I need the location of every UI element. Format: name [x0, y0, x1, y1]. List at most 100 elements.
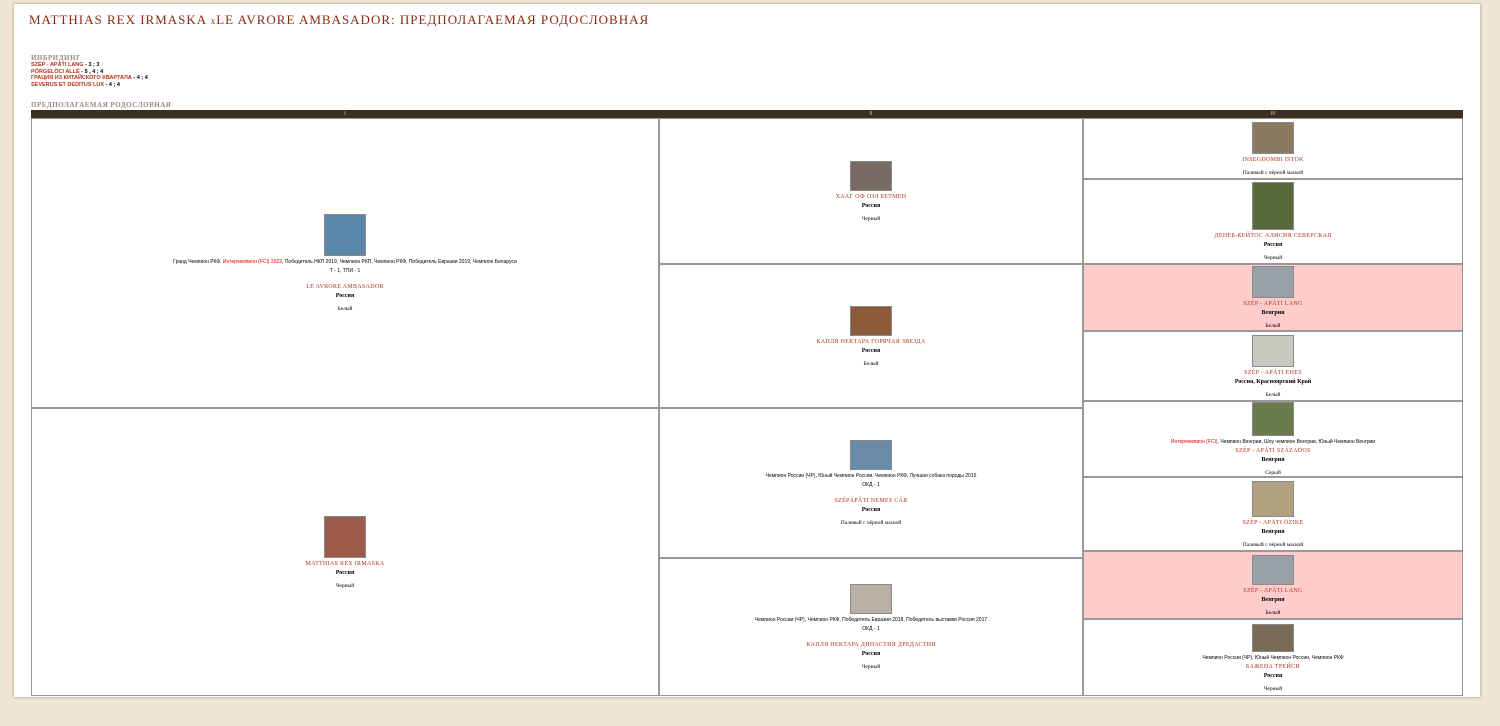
- dog-name-link[interactable]: SZÉPÁPÁTI NEMES CÁR: [834, 498, 907, 504]
- dog-color: Черный: [1263, 685, 1283, 692]
- dog-photo[interactable]: [850, 305, 892, 336]
- dog-score: ОКД - 1: [862, 626, 880, 632]
- dog-country: Венгрия: [1261, 457, 1285, 463]
- dog-name-link[interactable]: INSEGDOMBI ISTOK: [1242, 157, 1304, 163]
- inbreeding-count: - 3 ; 3: [83, 62, 100, 68]
- dog-photo[interactable]: [1252, 554, 1294, 585]
- title-sire[interactable]: MATTHIAS REX IRMASKA: [29, 12, 206, 27]
- pedigree-cell: SZÉP - APÁTI LANG Венгрия Белый: [1083, 551, 1463, 619]
- dog-photo[interactable]: [1252, 182, 1294, 230]
- pedigree-cell: MATTHIAS REX IRMASKA Россия Черный: [31, 408, 659, 696]
- dog-name-link[interactable]: SZÉP - APÁTI SZÁZADOS: [1235, 448, 1310, 454]
- dog-color: Черный: [1263, 255, 1283, 261]
- dog-country: Россия: [1263, 672, 1283, 679]
- inbreeding-row: SEVERUS ET DEDITUS LUX - 4 ; 4: [31, 82, 148, 89]
- inbreeding-count: - 4 ; 4: [131, 75, 148, 81]
- dog-name-link[interactable]: SZÉP - APÁTI LANG: [1243, 588, 1302, 594]
- inbreeding-dog-link[interactable]: PÖRGELÖCI ALLÉ: [31, 69, 80, 75]
- dog-titles: Интерчемпион (FCI), Чемпион Венгрии, Шоу…: [1171, 439, 1375, 445]
- dog-photo[interactable]: [850, 160, 892, 191]
- dog-color: Черный: [861, 215, 881, 222]
- dog-titles: Чемпион России (ЧР), Чемпион РКФ, Победи…: [754, 617, 988, 623]
- dog-name-link[interactable]: КАПЛЯ НЕКТАРА ДИНАСТИЯ ДРЕДАСТИЯ: [806, 642, 935, 648]
- pedigree-heading: ПРЕДПОЛАГАЕМАЯ РОДОСЛОВНАЯ: [31, 101, 172, 109]
- titles-text: , Победитель НКП 2019, Чемпион РКП, Чемп…: [282, 259, 517, 265]
- dog-color: Белый: [1265, 609, 1281, 616]
- dog-color: Палевый с чёрной маской: [1242, 541, 1304, 548]
- dog-photo[interactable]: [1252, 121, 1294, 154]
- dog-country: Россия: [335, 569, 355, 576]
- dog-photo[interactable]: [1252, 480, 1294, 517]
- pedigree-cell: SZÉP - APÁTI ÖZIKE Венгрия Палевый с чёрно…: [1083, 477, 1463, 551]
- dog-photo[interactable]: [850, 584, 892, 614]
- pedigree-cell: SZÉP - APÁTI LANG Венгрия Белый: [1083, 264, 1463, 331]
- dog-name-link[interactable]: БАЖЕНА ТРЕЙСИ: [1246, 664, 1300, 670]
- pedigree-cell: SZÉP - APÁTI EHES Россия, Красноярский Кр…: [1083, 331, 1463, 401]
- titles-text: Гранд Чемпион РКФ,: [173, 259, 223, 265]
- dog-photo[interactable]: [1252, 266, 1294, 298]
- dog-country: Венгрия: [1261, 528, 1285, 535]
- dog-name-link[interactable]: MATTHIAS REX IRMASKA: [305, 561, 384, 567]
- dog-country: Россия: [861, 651, 881, 657]
- pedigree-table: I II III Гранд Чемпион РКФ, Интерчемпион (F…: [31, 110, 1463, 696]
- pedigree-cell: ХААГ ОФ ОЗЛ БЕТМЕН Россия Черный: [659, 118, 1083, 264]
- dog-photo[interactable]: [1252, 623, 1294, 652]
- dog-score: ОКД - 1: [862, 482, 880, 488]
- column-header: II: [659, 110, 1083, 118]
- dog-country: Россия: [335, 293, 355, 299]
- dog-photo[interactable]: [324, 515, 366, 558]
- column-header: I: [31, 110, 659, 118]
- dog-color: Белый: [863, 360, 879, 367]
- title-suffix: : ПРЕДПОЛАГАЕМАЯ РОДОСЛОВНАЯ: [391, 12, 650, 27]
- dog-photo[interactable]: [1252, 334, 1294, 367]
- dog-name-link[interactable]: SZÉP - APÁTI LANG: [1243, 301, 1302, 307]
- dog-score: Т - 1, ТПИ - 1: [329, 268, 361, 274]
- dog-country: Россия: [861, 507, 881, 513]
- pedigree-cell: КАПЛЯ НЕКТАРА ГОРЯЧАЯ ЗВЕЗДА Россия Белый: [659, 264, 1083, 408]
- dog-photo[interactable]: [850, 440, 892, 470]
- dog-color: Черный: [861, 664, 881, 670]
- dog-titles: Гранд Чемпион РКФ, Интерчемпион (FCI) 20…: [173, 259, 517, 265]
- inbreeding-count: - 4 ; 4: [104, 81, 120, 88]
- dog-name-link[interactable]: SZÉP - APÁTI ÖZIKE: [1242, 520, 1303, 526]
- inbreeding-list: SZÉP - APÁTI LANG - 3 ; 3 PÖRGELÖCI ALLÉ …: [31, 62, 148, 88]
- dog-country: Венгрия: [1261, 310, 1285, 316]
- dog-name-link[interactable]: ХААГ ОФ ОЗЛ БЕТМЕН: [836, 194, 907, 200]
- dog-titles: Чемпион России (ЧР), Юный Чемпион России…: [1202, 655, 1343, 661]
- pedigree-cell: Чемпион России (ЧР), Юный Чемпион России…: [1083, 619, 1463, 696]
- dog-name-link[interactable]: LE AVRORE AMBASADOR: [306, 284, 384, 290]
- dog-name-link[interactable]: SZÉP - APÁTI EHES: [1244, 370, 1302, 376]
- pedigree-cell: Чемпион России (ЧР), Юный Чемпион России…: [659, 408, 1083, 558]
- dog-photo[interactable]: [1252, 402, 1294, 436]
- dog-color: Белый: [1265, 323, 1281, 329]
- dog-color: Серый: [1265, 470, 1281, 476]
- page-title: MATTHIAS REX IRMASKA xLE AVRORE AMBASADO…: [29, 12, 649, 28]
- dog-color: Белый: [337, 306, 353, 312]
- titles-highlight: Интерчемпион (FCI): [1170, 439, 1218, 445]
- dog-country: Венгрия: [1261, 596, 1285, 603]
- dog-color: Палевый с чёрной маской: [1242, 169, 1304, 176]
- dog-color: Черный: [335, 582, 355, 589]
- dog-country: Россия: [861, 202, 881, 209]
- inbreeding-heading: ИНБРИДИНГ: [31, 54, 81, 62]
- inbreeding-dog-link[interactable]: SZÉP - APÁTI LANG: [31, 62, 84, 68]
- pedigree-cell: INSEGDOMBI ISTOK Палевый с чёрной маской: [1083, 118, 1463, 179]
- pedigree-cell: ДЕНЕБ-КЕЙТОС АЛИСИЯ СЕВЕРСКАЯ Россия Черны…: [1083, 179, 1463, 264]
- pedigree-cell: Гранд Чемпион РКФ, Интерчемпион (FCI) 20…: [31, 118, 659, 408]
- dog-name-link[interactable]: КАПЛЯ НЕКТАРА ГОРЯЧАЯ ЗВЕЗДА: [817, 339, 926, 345]
- inbreeding-dog-link[interactable]: ГРАЦИЯ ИЗ КИТАЙСКОГО КВАРТАЛА: [31, 75, 132, 81]
- titles-text: , Чемпион Венгрии, Шоу чемпион Венгрии, …: [1217, 439, 1376, 445]
- titles-highlight: Интерчемпион (FCI) 2022: [222, 259, 283, 265]
- inbreeding-dog-link[interactable]: SEVERUS ET DEDITUS LUX: [31, 82, 104, 88]
- inbreeding-count: - 5 , 4 ; 4: [79, 68, 104, 75]
- dog-name-link[interactable]: ДЕНЕБ-КЕЙТОС АЛИСИЯ СЕВЕРСКАЯ: [1214, 233, 1331, 239]
- dog-photo[interactable]: [324, 214, 366, 256]
- title-dam[interactable]: LE AVRORE AMBASADOR: [216, 12, 391, 27]
- pedigree-cell: Интерчемпион (FCI), Чемпион Венгрии, Шоу…: [1083, 401, 1463, 477]
- dog-titles: Чемпион России (ЧР), Юный Чемпион России…: [765, 473, 977, 479]
- dog-country: Россия: [1263, 242, 1283, 248]
- column-header: III: [1083, 110, 1463, 118]
- titles-text: Чемпион России (ЧР), Юный Чемпион России…: [1202, 654, 1344, 661]
- dog-country: Россия: [861, 347, 881, 354]
- dog-country: Россия, Красноярский Край: [1234, 378, 1312, 385]
